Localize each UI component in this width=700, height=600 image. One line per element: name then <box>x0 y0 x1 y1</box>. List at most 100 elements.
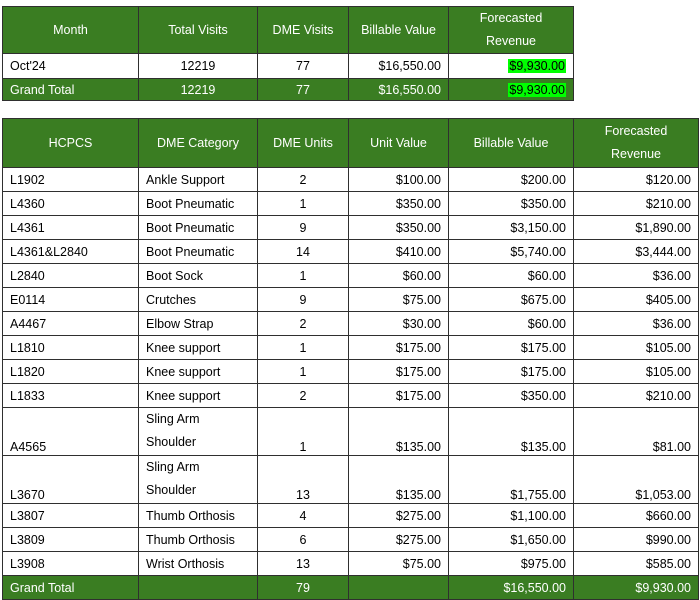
cell-unit-value[interactable]: $100.00 <box>348 167 449 192</box>
cell-dme-units[interactable]: 9 <box>257 215 349 240</box>
cell-dme-units[interactable]: 13 <box>257 455 349 504</box>
col-header-month[interactable]: Month <box>2 6 139 54</box>
cell-dme-category[interactable]: Ankle Support <box>138 167 258 192</box>
cell-dme-units[interactable]: 9 <box>257 287 349 312</box>
cell-unit-value[interactable]: $75.00 <box>348 551 449 576</box>
cell-billable-value[interactable]: $3,150.00 <box>448 215 574 240</box>
cell-dme-category[interactable]: Knee support <box>138 359 258 384</box>
cell-hcpcs[interactable]: L1820 <box>2 359 139 384</box>
cell-unit-value[interactable]: $350.00 <box>348 215 449 240</box>
col-header-billable-value[interactable]: Billable Value <box>348 6 449 54</box>
cell-forecasted-revenue[interactable]: $3,444.00 <box>573 239 699 264</box>
grand-total-forecasted-revenue[interactable]: $9,930.00 <box>573 575 699 600</box>
grand-total-billable-value[interactable]: $16,550.00 <box>348 78 449 101</box>
cell-unit-value[interactable]: $135.00 <box>348 407 449 456</box>
cell-billable-value[interactable]: $350.00 <box>448 191 574 216</box>
grand-total-forecasted-revenue[interactable]: $9,930.00 <box>448 78 574 101</box>
cell-forecasted-revenue[interactable]: $36.00 <box>573 263 699 288</box>
col-header-dme-category[interactable]: DME Category <box>138 118 258 168</box>
cell-forecasted-revenue[interactable]: $120.00 <box>573 167 699 192</box>
cell-unit-value[interactable]: $350.00 <box>348 191 449 216</box>
cell-hcpcs[interactable]: L3809 <box>2 527 139 552</box>
cell-dme-units[interactable]: 2 <box>257 383 349 408</box>
cell-dme-category[interactable]: Wrist Orthosis <box>138 551 258 576</box>
cell-total-visits[interactable]: 12219 <box>138 53 258 79</box>
cell-dme-visits[interactable]: 77 <box>257 53 349 79</box>
cell-dme-units[interactable]: 1 <box>257 191 349 216</box>
cell-month[interactable]: Oct'24 <box>2 53 139 79</box>
cell-dme-units[interactable]: 4 <box>257 503 349 528</box>
grand-total-category[interactable] <box>138 575 258 600</box>
cell-unit-value[interactable]: $75.00 <box>348 287 449 312</box>
cell-forecasted-revenue[interactable]: $1,053.00 <box>573 455 699 504</box>
grand-total-label[interactable]: Grand Total <box>2 78 139 101</box>
cell-dme-category[interactable]: Thumb Orthosis <box>138 527 258 552</box>
cell-dme-units[interactable]: 2 <box>257 167 349 192</box>
cell-dme-category[interactable]: Boot Sock <box>138 263 258 288</box>
grand-total-total-visits[interactable]: 12219 <box>138 78 258 101</box>
cell-unit-value[interactable]: $410.00 <box>348 239 449 264</box>
cell-billable-value[interactable]: $1,755.00 <box>448 455 574 504</box>
col-header-billable-value[interactable]: Billable Value <box>448 118 574 168</box>
cell-billable-value[interactable]: $5,740.00 <box>448 239 574 264</box>
cell-billable-value[interactable]: $60.00 <box>448 263 574 288</box>
cell-unit-value[interactable]: $275.00 <box>348 503 449 528</box>
col-header-dme-visits[interactable]: DME Visits <box>257 6 349 54</box>
grand-total-units[interactable]: 79 <box>257 575 349 600</box>
cell-dme-units[interactable]: 1 <box>257 335 349 360</box>
cell-dme-units[interactable]: 1 <box>257 263 349 288</box>
cell-hcpcs[interactable]: L1833 <box>2 383 139 408</box>
cell-unit-value[interactable]: $175.00 <box>348 383 449 408</box>
cell-dme-category[interactable]: Knee support <box>138 383 258 408</box>
col-header-forecasted-revenue[interactable]: Forecasted Revenue <box>573 118 699 168</box>
cell-unit-value[interactable]: $175.00 <box>348 335 449 360</box>
cell-hcpcs[interactable]: A4467 <box>2 311 139 336</box>
cell-forecasted-revenue[interactable]: $585.00 <box>573 551 699 576</box>
cell-hcpcs[interactable]: L3807 <box>2 503 139 528</box>
cell-dme-units[interactable]: 6 <box>257 527 349 552</box>
cell-hcpcs[interactable]: L4361 <box>2 215 139 240</box>
cell-dme-units[interactable]: 1 <box>257 359 349 384</box>
col-header-forecasted-revenue[interactable]: Forecasted Revenue <box>448 6 574 54</box>
cell-dme-units[interactable]: 2 <box>257 311 349 336</box>
cell-hcpcs[interactable]: L3670 <box>2 455 139 504</box>
cell-forecasted-revenue[interactable]: $405.00 <box>573 287 699 312</box>
cell-billable-value[interactable]: $200.00 <box>448 167 574 192</box>
cell-dme-category[interactable]: Sling Arm Shoulder <box>138 407 258 456</box>
cell-unit-value[interactable]: $135.00 <box>348 455 449 504</box>
cell-hcpcs[interactable]: L3908 <box>2 551 139 576</box>
cell-unit-value[interactable]: $60.00 <box>348 263 449 288</box>
cell-unit-value[interactable]: $275.00 <box>348 527 449 552</box>
cell-hcpcs[interactable]: L1810 <box>2 335 139 360</box>
cell-billable-value[interactable]: $16,550.00 <box>348 53 449 79</box>
grand-total-label[interactable]: Grand Total <box>2 575 139 600</box>
cell-dme-category[interactable]: Boot Pneumatic <box>138 191 258 216</box>
cell-forecasted-revenue[interactable]: $210.00 <box>573 191 699 216</box>
cell-dme-category[interactable]: Knee support <box>138 335 258 360</box>
cell-billable-value[interactable]: $1,100.00 <box>448 503 574 528</box>
cell-forecasted-revenue[interactable]: $210.00 <box>573 383 699 408</box>
col-header-total-visits[interactable]: Total Visits <box>138 6 258 54</box>
cell-billable-value[interactable]: $1,650.00 <box>448 527 574 552</box>
cell-hcpcs[interactable]: E0114 <box>2 287 139 312</box>
cell-dme-units[interactable]: 1 <box>257 407 349 456</box>
cell-hcpcs[interactable]: L4360 <box>2 191 139 216</box>
cell-dme-units[interactable]: 13 <box>257 551 349 576</box>
cell-forecasted-revenue[interactable]: $36.00 <box>573 311 699 336</box>
grand-total-unit-value[interactable] <box>348 575 449 600</box>
cell-forecasted-revenue[interactable]: $1,890.00 <box>573 215 699 240</box>
col-header-hcpcs[interactable]: HCPCS <box>2 118 139 168</box>
cell-billable-value[interactable]: $175.00 <box>448 335 574 360</box>
cell-billable-value[interactable]: $60.00 <box>448 311 574 336</box>
cell-hcpcs[interactable]: L2840 <box>2 263 139 288</box>
grand-total-dme-visits[interactable]: 77 <box>257 78 349 101</box>
cell-dme-units[interactable]: 14 <box>257 239 349 264</box>
cell-hcpcs[interactable]: L4361&L2840 <box>2 239 139 264</box>
cell-forecasted-revenue[interactable]: $990.00 <box>573 527 699 552</box>
cell-dme-category[interactable]: Boot Pneumatic <box>138 239 258 264</box>
col-header-dme-units[interactable]: DME Units <box>257 118 349 168</box>
cell-dme-category[interactable]: Crutches <box>138 287 258 312</box>
cell-dme-category[interactable]: Sling Arm Shoulder <box>138 455 258 504</box>
cell-hcpcs[interactable]: L1902 <box>2 167 139 192</box>
col-header-unit-value[interactable]: Unit Value <box>348 118 449 168</box>
